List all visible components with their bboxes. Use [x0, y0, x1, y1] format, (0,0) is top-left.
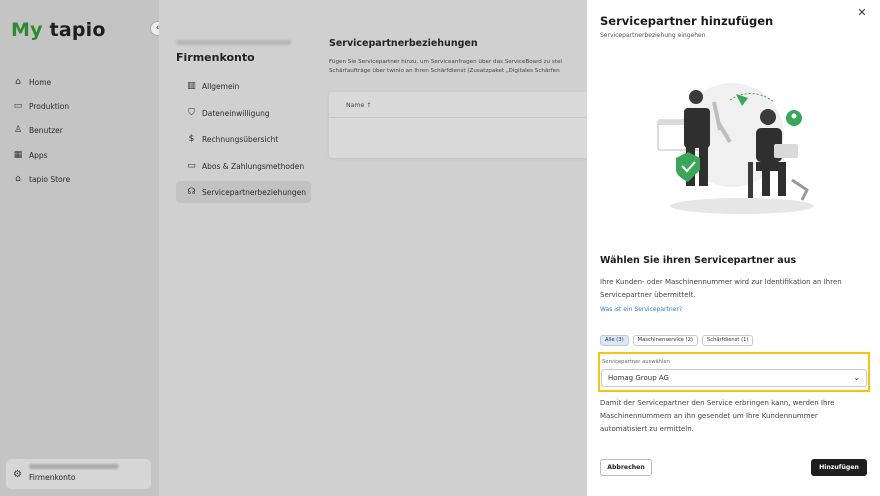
folder-icon: ▭ — [13, 101, 23, 111]
choose-partner-description: Ihre Kunden- oder Maschinennummer wird z… — [600, 278, 842, 299]
servicepartner-description: Fügen Sie Servicepartner hinzu, um Servi… — [329, 58, 587, 76]
account-label: Firmenkonto — [29, 473, 76, 482]
nav-label: tapio Store — [29, 174, 71, 184]
nav-item-home[interactable]: ⌂ Home — [13, 75, 51, 89]
shield-check-icon: ⛉ — [188, 108, 195, 118]
servicepartner-select-label: Servicepartner auswählen — [602, 359, 670, 365]
nav-item-tapio-store[interactable]: ⌂ tapio Store — [13, 172, 70, 186]
panel-subtitle: Servicepartnerbeziehung eingehen — [600, 32, 706, 39]
headset-icon: ☊ — [187, 187, 196, 197]
home-icon: ⌂ — [15, 77, 21, 87]
store-icon: ⌂ — [15, 174, 21, 184]
chip-schaerfdienst[interactable]: Schärfdienst (1) — [701, 335, 754, 346]
account-switcher[interactable]: ⚙ Firmenkonto — [6, 459, 151, 489]
menu-label: Servicepartnerbeziehungen — [202, 187, 306, 197]
nav-label: Produktion — [29, 101, 70, 111]
logo-name: tapio — [49, 19, 106, 41]
chevron-down-icon: ⌄ — [853, 373, 860, 382]
gear-icon: ⚙ — [13, 469, 22, 480]
servicepartner-title: Servicepartnerbeziehungen — [329, 38, 478, 49]
table-header: Name ↑ — [329, 92, 589, 118]
dollar-icon: $ — [188, 134, 195, 144]
menu-label: Rechnungsübersicht — [202, 134, 279, 144]
menu-item-servicepartner[interactable]: ☊ Servicepartnerbeziehungen — [176, 181, 311, 203]
chip-all[interactable]: Alle (3) — [600, 335, 629, 346]
close-icon[interactable]: ✕ — [855, 6, 869, 20]
servicepartner-select[interactable]: Homag Group AG ⌄ — [601, 369, 867, 387]
servicepartner-illustration — [657, 83, 814, 214]
servicepartner-note: Damit der Servicepartner den Service erb… — [600, 399, 835, 433]
main-sidebar: My tapio ⌂ Home ▭ Produktion ♙ Benutzer … — [0, 0, 159, 496]
user-email-blurred — [29, 464, 119, 469]
menu-item-dateneinwilligung[interactable]: ⛉ Dateneinwilligung — [176, 102, 311, 124]
servicepartner-table: Name ↑ — [329, 92, 589, 158]
nav-item-apps[interactable]: ▦ Apps — [13, 148, 48, 162]
chip-maschinenservice[interactable]: Maschinenservice (2) — [632, 335, 698, 346]
cancel-button[interactable]: Abbrechen — [600, 459, 652, 476]
building-icon: ▥ — [187, 81, 196, 91]
menu-item-allgemein[interactable]: ▥ Allgemein — [176, 75, 311, 97]
choose-partner-title: Wählen Sie ihren Servicepartner aus — [600, 255, 797, 266]
logo[interactable]: My tapio — [11, 19, 106, 41]
card-icon: ▭ — [187, 161, 196, 171]
description-line: Fügen Sie Servicepartner hinzu, um Servi… — [329, 59, 562, 65]
menu-item-rechnungsuebersicht[interactable]: $ Rechnungsübersicht — [176, 128, 311, 150]
add-servicepartner-panel: Servicepartner hinzufügen Servicepartner… — [587, 0, 880, 496]
add-button[interactable]: Hinzufügen — [811, 459, 867, 476]
nav-label: Home — [29, 77, 52, 87]
user-icon: ♙ — [13, 125, 23, 135]
nav-item-produktion[interactable]: ▭ Produktion — [13, 99, 69, 113]
what-is-servicepartner-link[interactable]: Was ist ein Servicepartner? — [600, 306, 682, 313]
nav-label: Benutzer — [29, 125, 63, 135]
nav-label: Apps — [29, 150, 48, 160]
menu-label: Abos & Zahlungsmethoden — [202, 161, 305, 171]
column-header-name[interactable]: Name ↑ — [346, 102, 371, 109]
menu-item-abos[interactable]: ▭ Abos & Zahlungsmethoden — [176, 155, 311, 177]
filter-chips: Alle (3) Maschinenservice (2) Schärfdien… — [600, 335, 754, 346]
account-content: Firmenkonto ▥ Allgemein ⛉ Dateneinwillig… — [159, 0, 589, 496]
page-title: Firmenkonto — [176, 51, 255, 64]
logo-my: My — [11, 19, 43, 41]
select-value: Homag Group AG — [608, 374, 669, 382]
panel-title: Servicepartner hinzufügen — [600, 14, 774, 28]
menu-label: Allgemein — [202, 81, 240, 91]
grid-icon: ▦ — [13, 150, 23, 160]
nav-item-benutzer[interactable]: ♙ Benutzer — [13, 123, 63, 137]
menu-label: Dateneinwilligung — [202, 108, 270, 118]
breadcrumb-blurred — [176, 40, 291, 45]
description-line: Schärfaufträge über twinio an Ihren Schä… — [329, 68, 560, 74]
